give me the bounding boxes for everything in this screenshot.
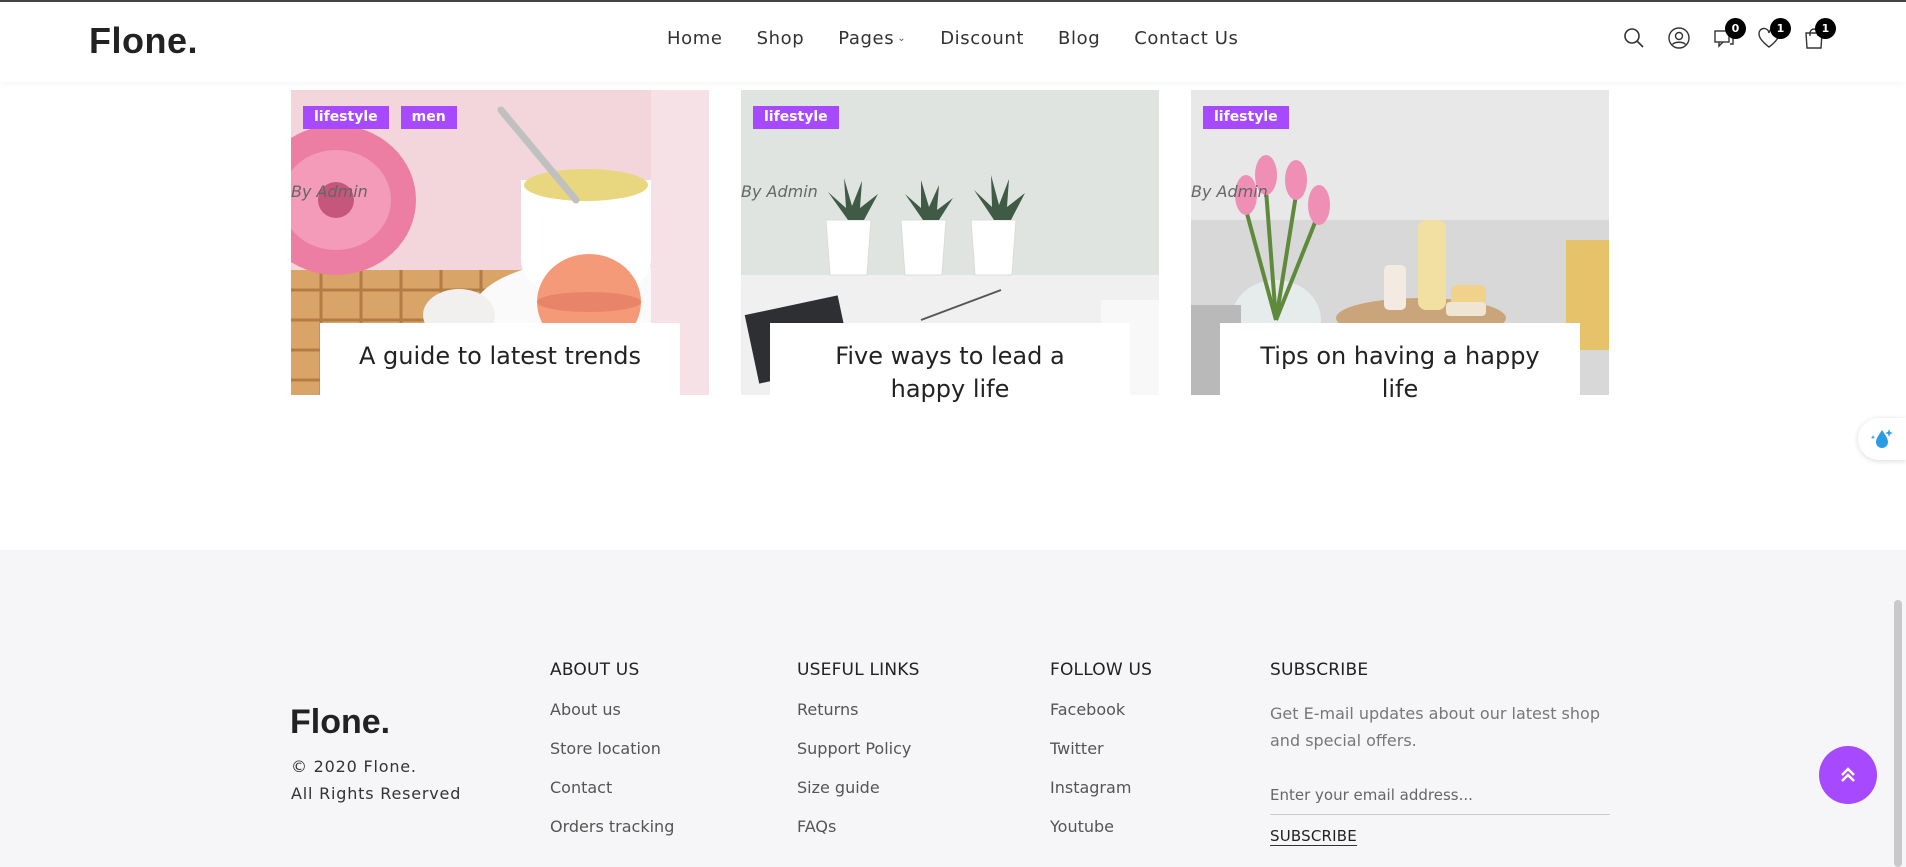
tag-men[interactable]: men: [400, 106, 457, 129]
footer-about: ABOUT US About us Store location Contact…: [550, 660, 674, 856]
blog-card[interactable]: lifestyle Five ways to lead a happy life…: [741, 90, 1159, 443]
subscribe-button[interactable]: SUBSCRIBE: [1270, 827, 1357, 846]
footer-link-size-guide[interactable]: Size guide: [797, 778, 920, 817]
blog-card-body: Tips on having a happy life: [1220, 323, 1580, 443]
footer-link-youtube[interactable]: Youtube: [1050, 817, 1152, 856]
compare-icon[interactable]: 0: [1711, 18, 1746, 52]
main-nav: Home Shop Pages ⌄ Discount Blog Contact U…: [667, 28, 1239, 49]
tag-lifestyle[interactable]: lifestyle: [753, 106, 839, 129]
footer-link-contact[interactable]: Contact: [550, 778, 674, 817]
post-title[interactable]: A guide to latest trends: [320, 340, 680, 373]
nav-pages[interactable]: Pages ⌄: [838, 28, 906, 49]
footer-logo[interactable]: Flone.: [290, 703, 390, 742]
footer-subscribe: SUBSCRIBE Get E-mail updates about our l…: [1270, 660, 1610, 846]
footer-follow-us: FOLLOW US Facebook Twitter Instagram You…: [1050, 660, 1152, 856]
post-title[interactable]: Five ways to lead a happy life: [770, 340, 1130, 406]
chevron-down-icon: ⌄: [897, 33, 907, 44]
footer-copyright: © 2020 Flone. All Rights Reserved: [291, 753, 461, 807]
copyright-line: © 2020 Flone.: [291, 757, 417, 776]
blog-card[interactable]: lifestyle Tips on having a happy life By…: [1191, 90, 1609, 443]
footer-link-facebook[interactable]: Facebook: [1050, 700, 1152, 739]
post-author: By Admin: [1191, 182, 1268, 201]
rights-line: All Rights Reserved: [291, 784, 462, 803]
footer-follow-title: FOLLOW US: [1050, 660, 1153, 680]
scrollbar-thumb[interactable]: [1894, 600, 1902, 867]
footer-about-title: ABOUT US: [550, 660, 640, 680]
cart-bag-icon[interactable]: 1: [1801, 18, 1836, 52]
post-author: By Admin: [741, 182, 818, 201]
scroll-to-top-button[interactable]: [1819, 746, 1877, 804]
cart-count-badge: 1: [1815, 18, 1836, 39]
tag-lifestyle[interactable]: lifestyle: [303, 106, 389, 129]
post-tags: lifestyle: [1203, 106, 1289, 129]
search-icon[interactable]: [1621, 24, 1646, 52]
footer-link-support-policy[interactable]: Support Policy: [797, 739, 920, 778]
footer-link-returns[interactable]: Returns: [797, 700, 920, 739]
blog-card-body: A guide to latest trends: [320, 323, 680, 443]
blog-card-body: Five ways to lead a happy life: [770, 323, 1130, 443]
nav-contact[interactable]: Contact Us: [1134, 28, 1238, 49]
post-title[interactable]: Tips on having a happy life: [1220, 340, 1580, 406]
account-icon[interactable]: [1666, 24, 1691, 52]
compare-count-badge: 0: [1725, 18, 1746, 39]
wishlist-heart-icon[interactable]: 1: [1756, 18, 1791, 52]
post-author: By Admin: [291, 182, 368, 201]
side-widget-droplet-icon[interactable]: [1858, 418, 1906, 460]
blog-card[interactable]: lifestyle men A guide to latest trends B…: [291, 90, 709, 443]
double-chevron-up-icon: [1841, 767, 1855, 782]
tag-lifestyle[interactable]: lifestyle: [1203, 106, 1289, 129]
site-logo[interactable]: Flone.: [89, 20, 198, 62]
footer-useful-links: USEFUL LINKS Returns Support Policy Size…: [797, 660, 920, 856]
nav-pages-label: Pages: [838, 28, 895, 49]
subscribe-description: Get E-mail updates about our latest shop…: [1270, 704, 1600, 750]
site-footer: Flone. © 2020 Flone. All Rights Reserved…: [0, 550, 1906, 867]
email-input[interactable]: [1270, 782, 1610, 815]
footer-useful-title: USEFUL LINKS: [797, 660, 920, 680]
post-tags: lifestyle: [753, 106, 839, 129]
footer-link-twitter[interactable]: Twitter: [1050, 739, 1152, 778]
post-tags: lifestyle men: [303, 106, 457, 129]
footer-link-orders-tracking[interactable]: Orders tracking: [550, 817, 674, 856]
nav-blog[interactable]: Blog: [1058, 28, 1100, 49]
header-icons: 0 1 1: [1621, 18, 1836, 52]
footer-subscribe-title: SUBSCRIBE: [1270, 660, 1369, 680]
footer-link-faqs[interactable]: FAQs: [797, 817, 920, 856]
wishlist-count-badge: 1: [1770, 18, 1791, 39]
footer-link-about-us[interactable]: About us: [550, 700, 674, 739]
nav-discount[interactable]: Discount: [940, 28, 1024, 49]
footer-link-instagram[interactable]: Instagram: [1050, 778, 1152, 817]
nav-home[interactable]: Home: [667, 28, 723, 49]
site-header: Flone. Home Shop Pages ⌄ Discount Blog Co…: [0, 0, 1906, 82]
footer-link-store-location[interactable]: Store location: [550, 739, 674, 778]
nav-shop[interactable]: Shop: [757, 28, 805, 49]
